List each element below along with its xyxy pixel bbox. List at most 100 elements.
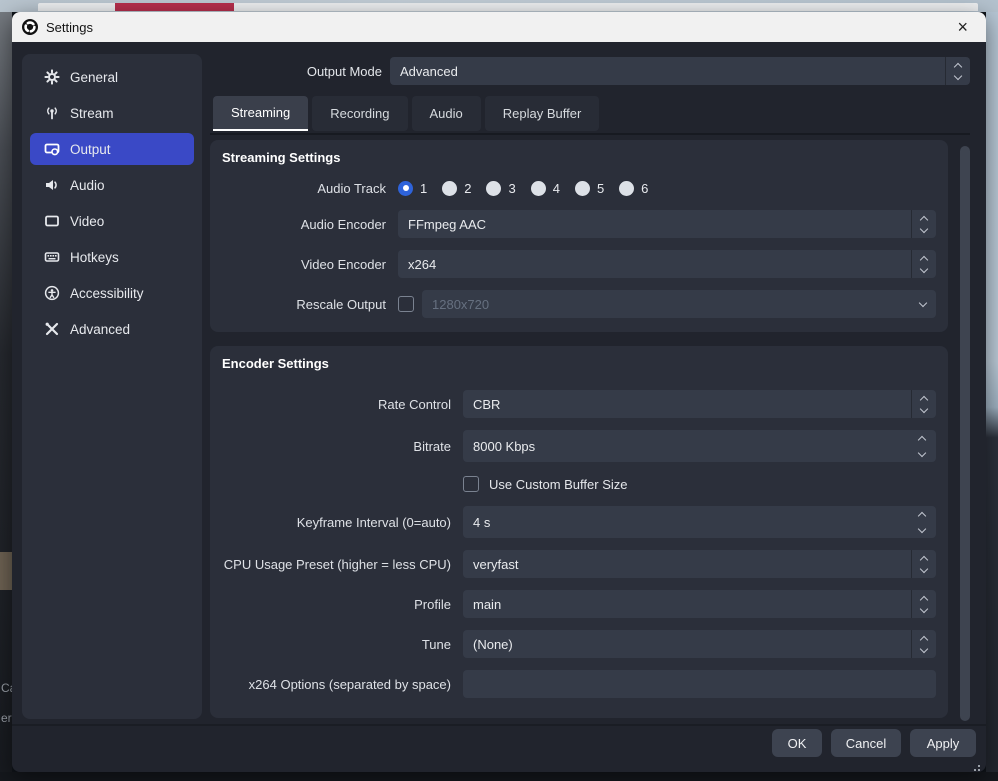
audio-track-radio-group: 1 2 3 4 5 [398, 178, 648, 198]
tab-divider [210, 133, 970, 135]
rescale-output-label: Rescale Output [222, 297, 386, 312]
dialog-button-bar: OK Cancel Apply [772, 729, 976, 757]
spinner-arrows[interactable] [911, 590, 936, 618]
profile-combobox[interactable]: main [463, 590, 936, 618]
keyboard-icon [44, 249, 60, 265]
sidebar-item-video[interactable]: Video [30, 205, 194, 237]
audio-track-radio-1[interactable] [398, 181, 413, 196]
spinner-arrows[interactable] [911, 210, 936, 238]
wallpaper-fragment [0, 552, 12, 590]
video-encoder-row: Video Encoder x264 [222, 250, 936, 278]
ok-button[interactable]: OK [772, 729, 822, 757]
output-mode-value: Advanced [400, 64, 945, 79]
sidebar-item-stream[interactable]: Stream [30, 97, 194, 129]
speaker-icon [44, 177, 60, 193]
tools-icon [44, 321, 60, 337]
audio-encoder-value: FFmpeg AAC [408, 217, 911, 232]
sidebar-item-output[interactable]: Output [30, 133, 194, 165]
radio-label: 5 [597, 181, 604, 196]
desktop-bottom-strip [0, 772, 998, 781]
background-progress-fragment [115, 3, 234, 11]
desktop-right-strip [986, 12, 998, 772]
keyframe-interval-spinbox[interactable]: 4 s [463, 506, 936, 538]
cancel-button[interactable]: Cancel [831, 729, 901, 757]
sidebar-item-general[interactable]: General [30, 61, 194, 93]
cpu-preset-row: CPU Usage Preset (higher = less CPU) ver… [222, 550, 936, 578]
x264-options-row: x264 Options (separated by space) [222, 670, 936, 698]
settings-sidebar: General Stream Output [22, 54, 202, 719]
rate-control-row: Rate Control CBR [222, 390, 936, 418]
audio-track-radio-5[interactable] [575, 181, 590, 196]
audio-encoder-combobox[interactable]: FFmpeg AAC [398, 210, 936, 238]
streaming-settings-panel: Streaming Settings Audio Track 1 2 3 [210, 140, 948, 332]
sidebar-item-audio[interactable]: Audio [30, 169, 194, 201]
settings-dialog: Settings × General [12, 12, 986, 772]
rate-control-combobox[interactable]: CBR [463, 390, 936, 418]
spinner-arrows[interactable] [911, 630, 936, 658]
output-mode-label: Output Mode [182, 64, 382, 79]
profile-value: main [473, 597, 911, 612]
keyframe-interval-label: Keyframe Interval (0=auto) [222, 515, 451, 530]
rescale-output-checkbox[interactable] [398, 296, 414, 312]
tab-replay-buffer[interactable]: Replay Buffer [485, 96, 600, 131]
bitrate-label: Bitrate [222, 439, 451, 454]
tab-streaming[interactable]: Streaming [213, 96, 308, 131]
encoder-settings-panel: Encoder Settings Rate Control CBR Bitrat… [210, 346, 948, 718]
chevron-down-icon[interactable] [910, 300, 936, 309]
sidebar-item-advanced[interactable]: Advanced [30, 313, 194, 345]
tab-audio[interactable]: Audio [412, 96, 481, 131]
rate-control-value: CBR [473, 397, 911, 412]
output-mode-combobox[interactable]: Advanced [390, 57, 970, 85]
sidebar-item-accessibility[interactable]: Accessibility [30, 277, 194, 309]
keyframe-interval-row: Keyframe Interval (0=auto) 4 s [222, 506, 936, 538]
audio-track-option: 6 [619, 181, 648, 196]
rescale-resolution-value: 1280x720 [432, 297, 910, 312]
profile-row: Profile main [222, 590, 936, 618]
spinner-arrows[interactable] [911, 250, 936, 278]
spinner-arrows[interactable] [945, 57, 970, 85]
tune-combobox[interactable]: (None) [463, 630, 936, 658]
sidebar-item-label: Output [70, 142, 111, 157]
audio-encoder-row: Audio Encoder FFmpeg AAC [222, 210, 936, 238]
cpu-preset-label: CPU Usage Preset (higher = less CPU) [222, 557, 451, 572]
scrollbar-thumb[interactable] [960, 146, 970, 721]
tab-recording[interactable]: Recording [312, 96, 407, 131]
custom-buffer-checkbox[interactable] [463, 476, 479, 492]
rescale-output-row: Rescale Output 1280x720 [222, 290, 936, 318]
close-icon[interactable]: × [949, 16, 976, 38]
background-window-edge [38, 3, 978, 11]
audio-track-option: 5 [575, 181, 604, 196]
audio-track-radio-3[interactable] [486, 181, 501, 196]
audio-track-radio-6[interactable] [619, 181, 634, 196]
section-title: Streaming Settings [222, 150, 936, 168]
background-text-fragment: Ca [1, 681, 12, 695]
sidebar-item-label: Accessibility [70, 286, 144, 301]
spinner-arrows[interactable] [908, 430, 936, 462]
desktop-top-strip [0, 0, 998, 12]
resize-grip[interactable] [978, 765, 980, 767]
x264-options-input[interactable] [463, 670, 936, 698]
audio-track-label: Audio Track [222, 181, 386, 196]
audio-track-radio-4[interactable] [531, 181, 546, 196]
title-bar[interactable]: Settings × [12, 12, 986, 42]
cpu-preset-combobox[interactable]: veryfast [463, 550, 936, 578]
audio-track-radio-2[interactable] [442, 181, 457, 196]
sidebar-item-hotkeys[interactable]: Hotkeys [30, 241, 194, 273]
video-encoder-value: x264 [408, 257, 911, 272]
tune-row: Tune (None) [222, 630, 936, 658]
radio-label: 3 [508, 181, 515, 196]
sidebar-item-label: General [70, 70, 118, 85]
audio-track-row: Audio Track 1 2 3 [222, 178, 936, 198]
apply-button[interactable]: Apply [910, 729, 976, 757]
broadcast-icon [44, 105, 60, 121]
video-encoder-combobox[interactable]: x264 [398, 250, 936, 278]
rescale-resolution-combobox[interactable]: 1280x720 [422, 290, 936, 318]
gear-icon [44, 69, 60, 85]
audio-track-option: 1 [398, 181, 427, 196]
spinner-arrows[interactable] [908, 506, 936, 538]
button-bar-divider [12, 724, 986, 726]
spinner-arrows[interactable] [911, 550, 936, 578]
bitrate-spinbox[interactable]: 8000 Kbps [463, 430, 936, 462]
spinner-arrows[interactable] [911, 390, 936, 418]
obs-logo-icon [22, 19, 38, 35]
